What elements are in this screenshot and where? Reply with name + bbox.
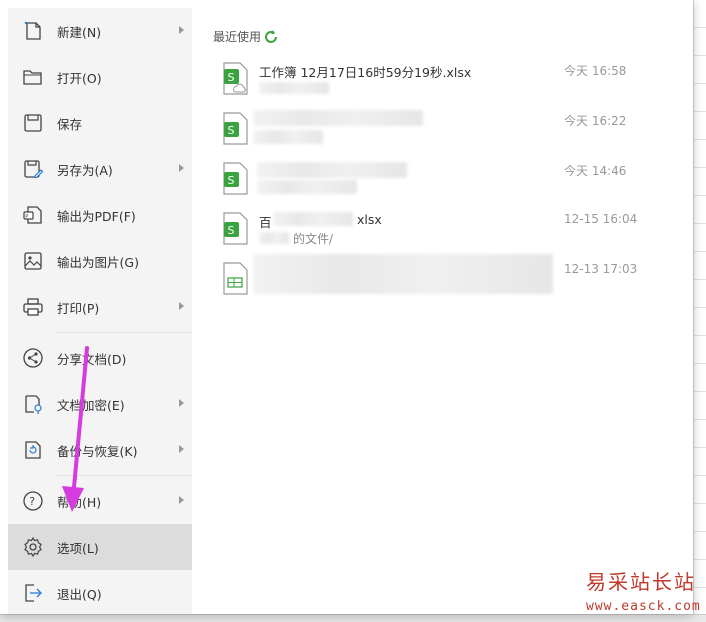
refresh-icon[interactable] xyxy=(263,29,279,45)
lock-document-icon xyxy=(22,393,44,415)
file-extension: xlsx xyxy=(357,212,382,227)
svg-text:P: P xyxy=(25,214,28,220)
menu-item-label: 分享文档(D) xyxy=(57,351,127,367)
file-time: 今天 16:58 xyxy=(564,64,627,78)
menu-item-backup[interactable]: 备份与恢复(K) xyxy=(8,427,192,473)
menu-item-export-image[interactable]: 输出为图片(G) xyxy=(8,238,192,284)
submenu-arrow-icon xyxy=(179,164,184,172)
recent-file-row[interactable]: S 今天 16:22 xyxy=(213,108,683,158)
menu-item-new[interactable]: 新建(N) xyxy=(8,8,192,54)
menu-item-label: 退出(Q) xyxy=(57,586,102,602)
recent-file-row[interactable]: S 工作簿 12月17日16时59分19秒.xlsx 今天 16:58 xyxy=(213,58,683,108)
menu-item-exit[interactable]: 退出(Q) xyxy=(8,570,192,616)
submenu-arrow-icon xyxy=(179,302,184,310)
menu-item-label: 输出为图片(G) xyxy=(57,254,139,270)
file-time: 今天 14:46 xyxy=(564,164,627,178)
svg-text:S: S xyxy=(228,71,235,84)
redacted-name xyxy=(253,254,553,294)
menu-item-options[interactable]: 选项(L) xyxy=(8,524,192,570)
file-time: 今天 16:22 xyxy=(564,114,627,128)
redacted-name xyxy=(257,162,407,178)
watermark: 易采站长站 www.easck.com xyxy=(586,566,706,614)
exit-icon xyxy=(22,582,44,604)
recent-file-row[interactable]: S 今天 14:46 xyxy=(213,158,683,208)
menu-divider xyxy=(56,475,192,476)
share-icon xyxy=(22,347,44,369)
redacted-name xyxy=(253,110,423,126)
file-menu-sidebar: 新建(N) 打开(O) 保存 另存为(A) P 输出为PDF(F) 输出为图片(… xyxy=(8,8,192,614)
menu-item-label: 保存 xyxy=(57,116,83,132)
submenu-arrow-icon xyxy=(179,445,184,453)
redacted-path xyxy=(253,130,323,144)
svg-text:?: ? xyxy=(29,495,35,508)
file-time: 12-13 17:03 xyxy=(564,262,638,276)
recent-header: 最近使用 xyxy=(213,28,279,45)
menu-item-label: 打开(O) xyxy=(57,70,102,86)
recent-file-row[interactable]: 12-13 17:03 xyxy=(213,254,683,308)
menu-item-print[interactable]: 打印(P) xyxy=(8,284,192,330)
spreadsheet-icon: S xyxy=(223,162,248,195)
recent-title: 最近使用 xyxy=(213,30,262,44)
menu-item-encrypt[interactable]: 文档加密(E) xyxy=(8,381,192,427)
new-file-icon xyxy=(22,20,44,42)
redacted-name xyxy=(273,212,353,226)
watermark-url: www.easck.com xyxy=(586,599,701,614)
menu-item-open[interactable]: 打开(O) xyxy=(8,54,192,100)
file-time: 12-15 16:04 xyxy=(564,212,638,226)
spreadsheet-cloud-icon: S xyxy=(223,62,248,95)
submenu-arrow-icon xyxy=(179,399,184,407)
gear-icon xyxy=(22,536,44,558)
menu-item-export-pdf[interactable]: P 输出为PDF(F) xyxy=(8,192,192,238)
export-image-icon xyxy=(22,250,44,272)
svg-text:S: S xyxy=(228,174,235,187)
menu-divider xyxy=(56,332,192,333)
redacted-path xyxy=(259,232,289,244)
spreadsheet-template-icon xyxy=(223,262,248,295)
menu-item-label: 输出为PDF(F) xyxy=(57,208,136,224)
watermark-title: 易采站长站 xyxy=(586,570,696,594)
menu-item-save-as[interactable]: 另存为(A) xyxy=(8,146,192,192)
spreadsheet-icon: S xyxy=(223,212,248,245)
file-name: 百 xyxy=(259,215,272,230)
menu-item-label: 选项(L) xyxy=(57,540,99,556)
menu-item-label: 帮助(H) xyxy=(57,494,102,510)
printer-icon xyxy=(22,296,44,318)
submenu-arrow-icon xyxy=(179,496,184,504)
recent-files-pane: 最近使用 S 工作簿 12月17日16时59分19秒.xlsx 今天 16:58… xyxy=(192,8,693,614)
menu-item-help[interactable]: ? 帮助(H) xyxy=(8,478,192,524)
menu-item-label: 另存为(A) xyxy=(57,162,113,178)
svg-text:S: S xyxy=(228,124,235,137)
submenu-arrow-icon xyxy=(179,26,184,34)
menu-item-label: 打印(P) xyxy=(57,300,100,316)
file-name: 工作簿 12月17日16时59分19秒.xlsx xyxy=(259,65,472,80)
file-menu-panel: 新建(N) 打开(O) 保存 另存为(A) P 输出为PDF(F) 输出为图片(… xyxy=(0,0,693,614)
menu-item-label: 文档加密(E) xyxy=(57,397,125,413)
spreadsheet-icon: S xyxy=(223,112,248,145)
menu-item-label: 新建(N) xyxy=(57,24,102,40)
redacted-path xyxy=(257,180,357,194)
menu-item-share[interactable]: 分享文档(D) xyxy=(8,335,192,381)
svg-text:S: S xyxy=(228,224,235,237)
save-as-icon xyxy=(22,158,44,180)
spreadsheet-grid-edge xyxy=(693,0,706,622)
export-pdf-icon: P xyxy=(22,204,44,226)
backup-restore-icon xyxy=(22,439,44,461)
menu-item-label: 备份与恢复(K) xyxy=(57,443,138,459)
recent-file-row[interactable]: S 百 xlsx 的文件/ 12-15 16:04 xyxy=(213,208,683,258)
redacted-path xyxy=(259,82,329,94)
save-icon xyxy=(22,112,44,134)
file-path: 的文件/ xyxy=(293,232,334,246)
folder-open-icon xyxy=(22,66,44,88)
menu-item-save[interactable]: 保存 xyxy=(8,100,192,146)
help-icon: ? xyxy=(22,490,44,512)
